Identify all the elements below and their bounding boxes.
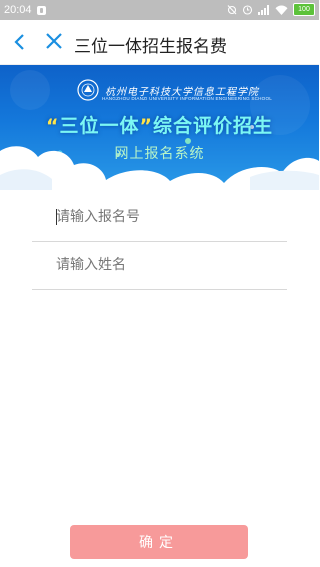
battery-icon: 100 (293, 3, 315, 16)
text-cursor (56, 209, 57, 225)
confirm-button[interactable]: 确定 (70, 525, 248, 559)
registration-number-field[interactable] (32, 193, 287, 242)
alarm-icon (242, 5, 253, 15)
page-title: 三位一体招生报名费 (74, 37, 227, 57)
wifi-icon (275, 4, 288, 15)
signal-icon (258, 4, 269, 15)
back-arrow-icon[interactable] (10, 32, 30, 52)
headline-rest: 综合评价招生 (153, 115, 274, 137)
headline-open-quote: “ (45, 115, 60, 137)
title-bar: 三位一体招生报名费 (0, 20, 319, 65)
headline-quoted: 三位一体 (59, 115, 140, 137)
banner-headline: “三位一体”综合评价招生 (0, 111, 319, 138)
status-bar: 20:04 100 (0, 0, 319, 20)
banner: 杭州电子科技大学信息工程学院 HANGZHOU DIANZI UNIVERSIT… (0, 65, 319, 190)
status-time: 20:04 (4, 4, 32, 16)
school-name-en: HANGZHOU DIANZI UNIVERSITY INFORMATION E… (102, 96, 272, 101)
shield-icon (36, 5, 46, 15)
school-logo (77, 79, 99, 101)
banner-subtitle: 网上报名系统 (114, 146, 205, 162)
alarm-off-icon (227, 5, 237, 15)
status-icons: 100 (227, 3, 315, 16)
name-input[interactable] (32, 241, 287, 289)
headline-close-quote: ” (139, 115, 153, 137)
name-field[interactable] (32, 241, 287, 290)
registration-number-input[interactable] (32, 193, 287, 241)
close-icon[interactable] (45, 32, 63, 50)
